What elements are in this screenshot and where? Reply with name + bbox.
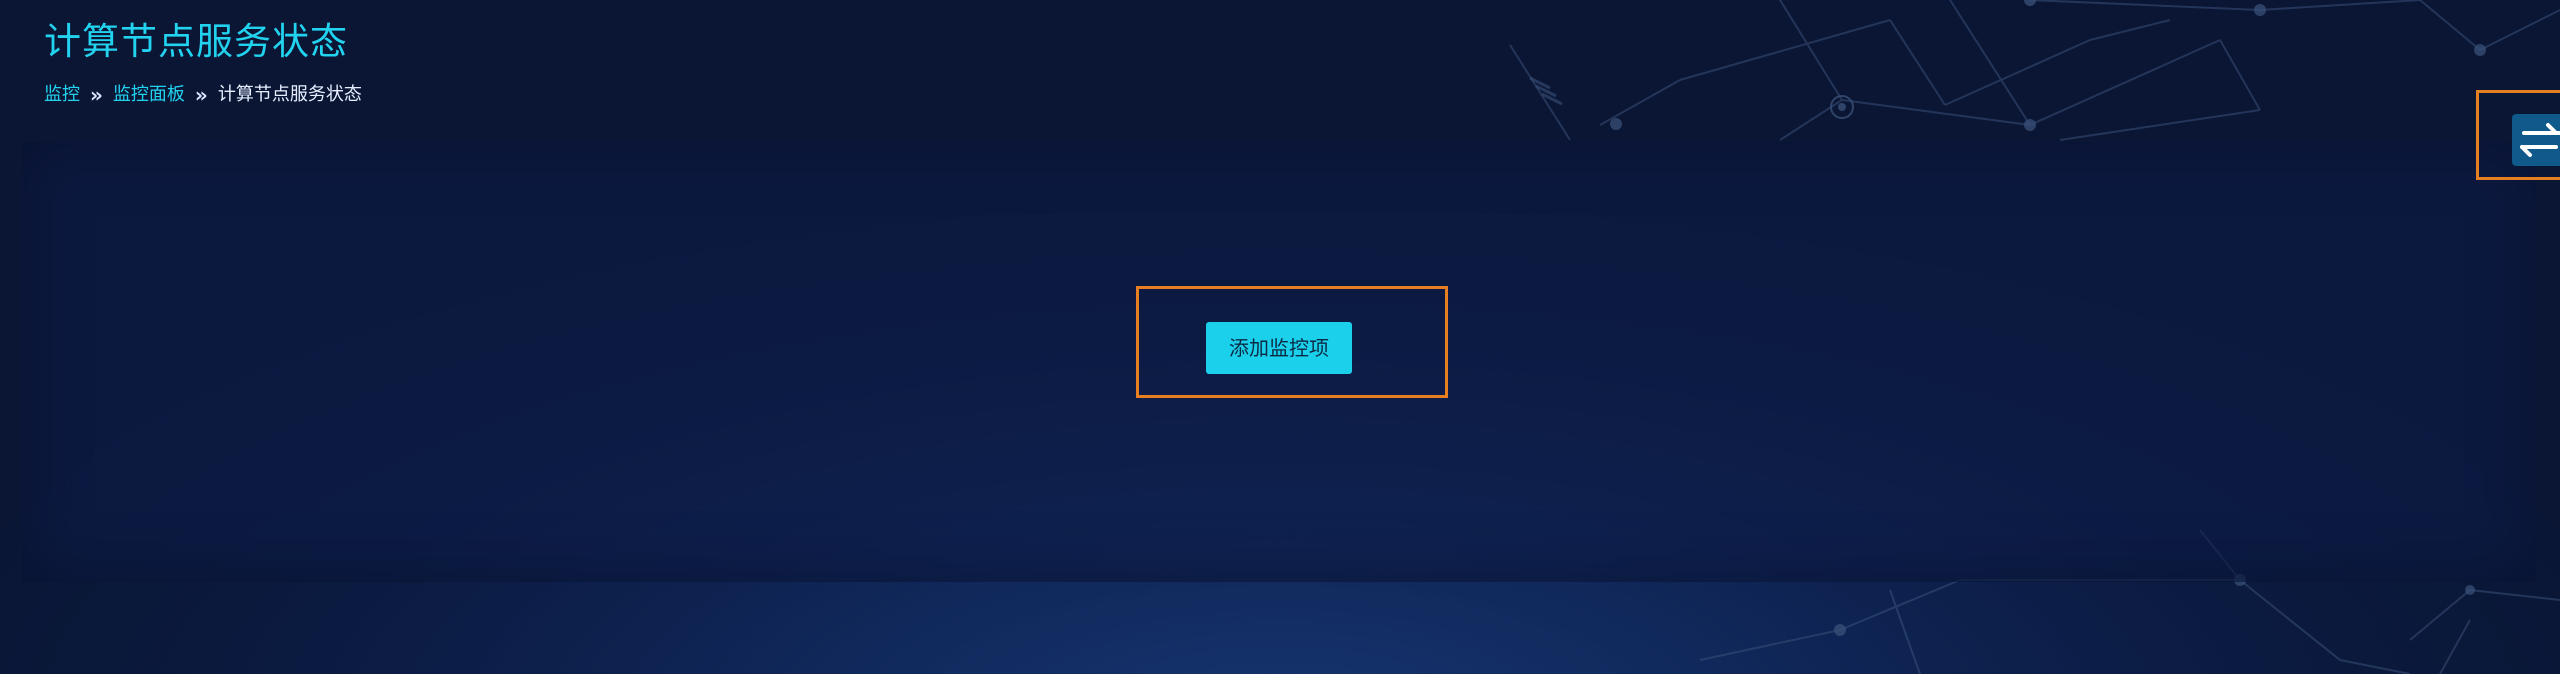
add-monitor-item-button[interactable]: 添加监控项 <box>1206 322 1352 374</box>
breadcrumb-separator-icon: » <box>194 83 208 107</box>
breadcrumb-item-monitor[interactable]: 监控 <box>44 84 80 106</box>
breadcrumb: 监控 » 监控面板 » 计算节点服务状态 <box>44 84 362 106</box>
switch-view-button[interactable] <box>2512 114 2560 166</box>
breadcrumb-separator-icon: » <box>90 83 103 107</box>
breadcrumb-item-current: 计算节点服务状态 <box>217 84 362 105</box>
page-title: 计算节点服务状态 <box>44 20 348 63</box>
breadcrumb-item-monitor-panel[interactable]: 监控面板 <box>113 84 185 106</box>
swap-arrows-icon <box>2520 123 2560 157</box>
